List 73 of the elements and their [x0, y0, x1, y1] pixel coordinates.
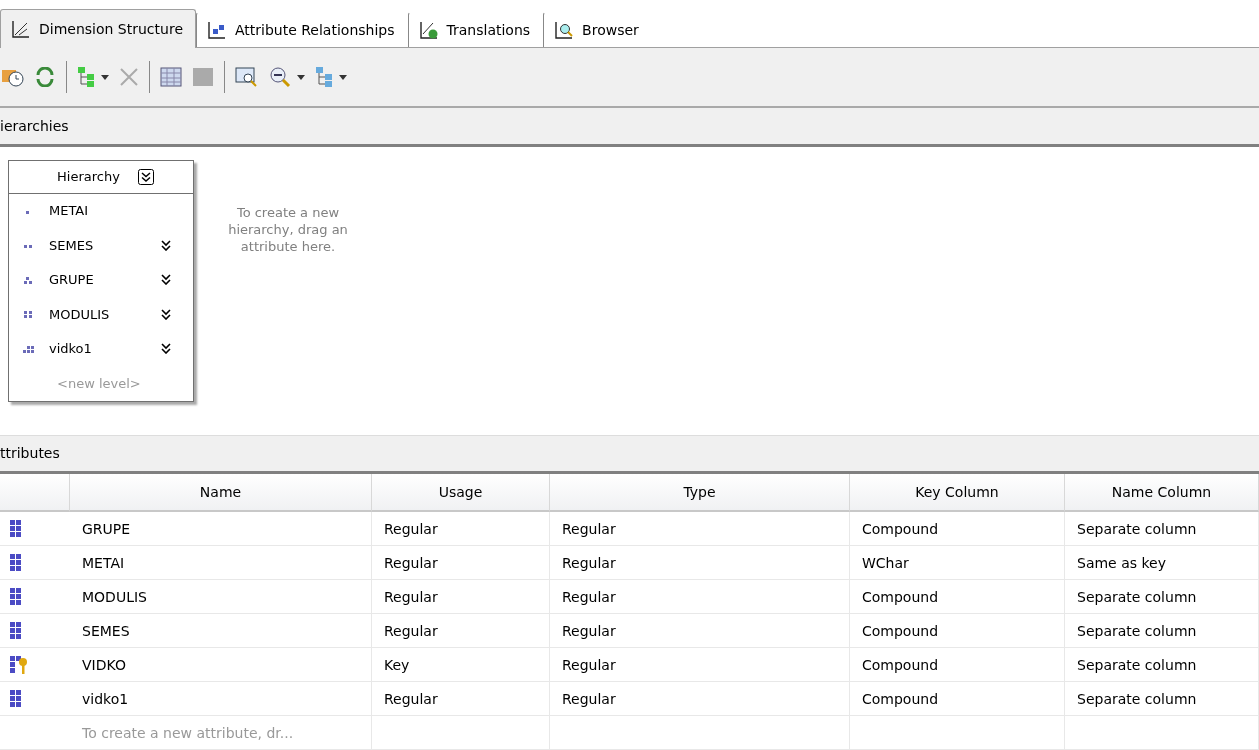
column-header[interactable]: Key Column	[850, 474, 1065, 512]
table-cell: MODULIS	[70, 580, 372, 614]
level-name[interactable]: vidko1	[49, 341, 161, 357]
table-cell: GRUPE	[70, 512, 372, 546]
table-cell: SEMES	[70, 614, 372, 648]
expand-icon[interactable]	[161, 308, 171, 320]
table-cell: Regular	[372, 614, 550, 648]
level-name[interactable]: GRUPE	[49, 272, 161, 288]
table-cell: Regular	[550, 648, 850, 682]
table-cell: Separate column	[1065, 682, 1259, 716]
level-name[interactable]: METAI	[49, 203, 161, 219]
expand-icon[interactable]	[161, 343, 171, 355]
collapse-icon[interactable]	[137, 168, 154, 185]
table-cell: Compound	[850, 682, 1065, 716]
attribute-icon	[10, 553, 22, 572]
zoom-out-icon	[269, 66, 293, 89]
hint-text: To create a new hierarchy, drag an attribute here.	[227, 203, 349, 255]
table-cell: Regular	[372, 546, 550, 580]
expand-icon[interactable]	[161, 274, 171, 286]
table-cell: Regular	[550, 682, 850, 716]
table-cell: Regular	[550, 546, 850, 580]
table-cell: Regular	[372, 580, 550, 614]
table-cell: vidko1	[70, 682, 372, 716]
table-cell: WChar	[850, 546, 1065, 580]
column-header[interactable]: Usage	[372, 474, 550, 512]
magnifier-chart-icon	[554, 19, 575, 40]
tree-icon	[315, 66, 335, 89]
level-icon	[23, 274, 35, 285]
close-icon	[119, 67, 139, 88]
table-cell: Compound	[850, 614, 1065, 648]
level-name[interactable]: SEMES	[49, 237, 161, 253]
column-header[interactable]: Name Column	[1065, 474, 1259, 512]
refresh-icon	[34, 67, 56, 88]
table-cell: Separate column	[1065, 648, 1259, 682]
table-cell: Separate column	[1065, 614, 1259, 648]
attribute-icon	[10, 621, 22, 640]
level-icon	[23, 343, 35, 354]
grid-icon	[160, 67, 182, 88]
attribute-icon	[10, 519, 22, 538]
table-cell: Same as key	[1065, 546, 1259, 580]
table-cell: Regular	[550, 512, 850, 546]
dropdown-arrow-icon	[101, 74, 109, 80]
table-cell: Regular	[372, 512, 550, 546]
section-header: ierarchies	[0, 108, 1259, 147]
attribute-icon	[10, 587, 22, 606]
expand-icon[interactable]	[161, 239, 171, 251]
table-cell: VIDKO	[70, 648, 372, 682]
hierarchy-title: Hierarchy	[57, 169, 120, 185]
column-header	[0, 474, 70, 512]
table-cell: METAI	[70, 546, 372, 580]
table-cell: Compound	[850, 512, 1065, 546]
table-cell: Key	[372, 648, 550, 682]
table-cell: Regular	[550, 580, 850, 614]
column-header[interactable]: Type	[550, 474, 850, 512]
table-cell: Regular	[550, 614, 850, 648]
level-icon	[23, 309, 35, 320]
table-cell: Compound	[850, 648, 1065, 682]
section-header: ttributes	[0, 435, 1259, 474]
dropdown-arrow-icon	[297, 74, 305, 80]
key-attribute-icon	[10, 655, 28, 674]
table-cell: Compound	[850, 580, 1065, 614]
dropdown-arrow-icon	[339, 74, 347, 80]
table-cell: Separate column	[1065, 512, 1259, 546]
level-name[interactable]: MODULIS	[49, 306, 161, 322]
column-header[interactable]: Name	[70, 474, 372, 512]
table-cell: Regular	[372, 682, 550, 716]
window-magnifier-icon	[235, 66, 259, 89]
tree-icon	[77, 66, 97, 89]
relationship-chart-icon	[207, 19, 227, 40]
attribute-icon	[10, 689, 22, 708]
table-cell: Separate column	[1065, 580, 1259, 614]
square-icon	[192, 67, 214, 88]
tab[interactable]: Dimension Structure	[0, 8, 196, 48]
